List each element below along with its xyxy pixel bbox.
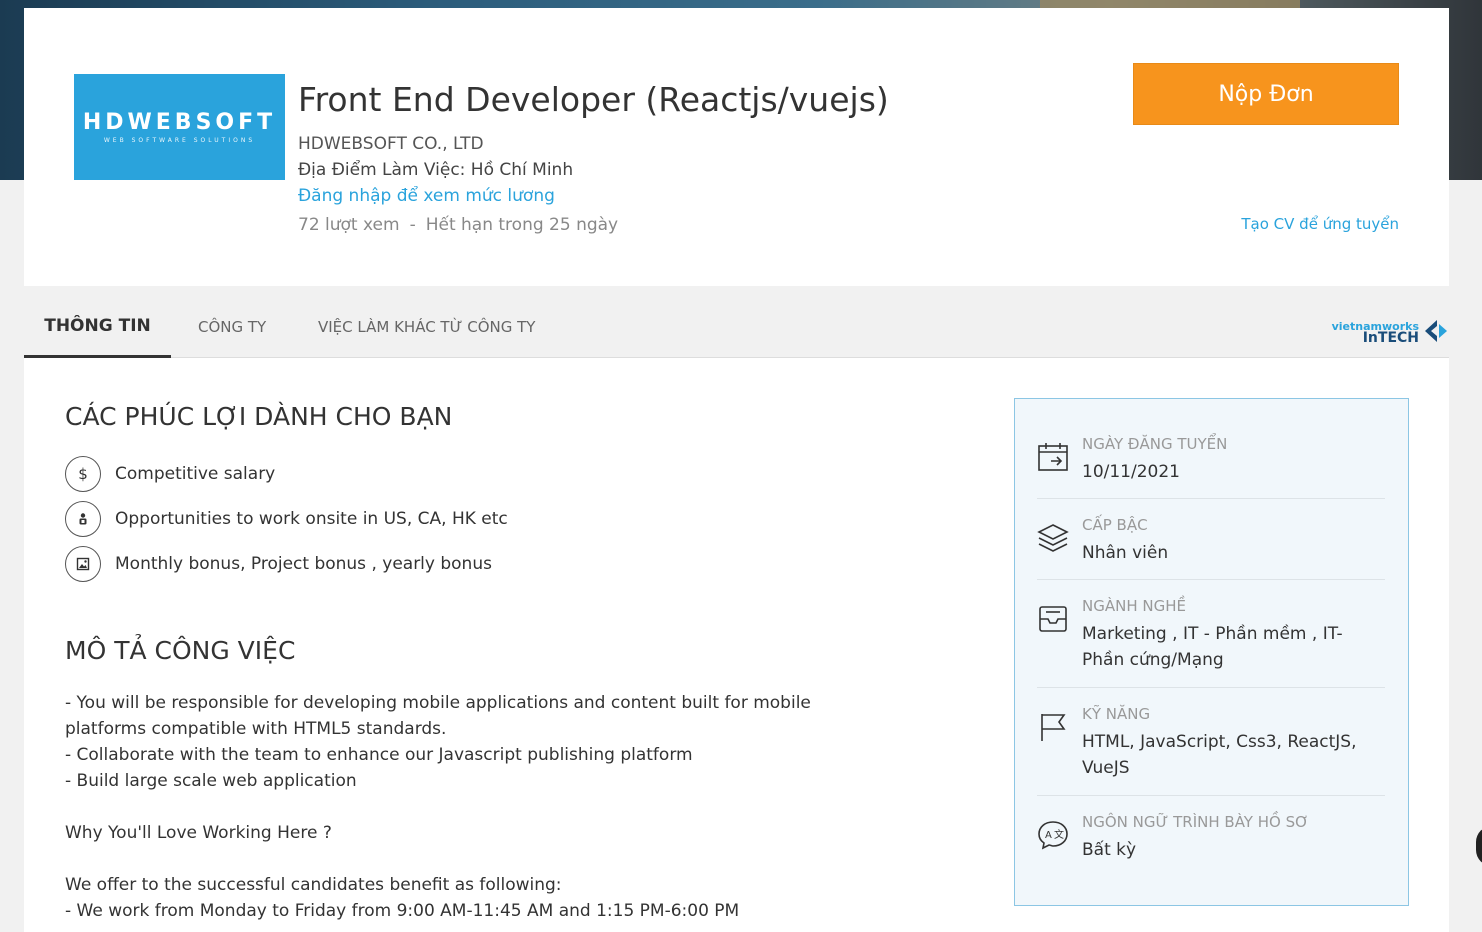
description-line: - Collaborate with the team to enhance o… — [65, 745, 693, 765]
svg-text:A: A — [1045, 830, 1052, 841]
summary-value: Bất kỳ — [1082, 840, 1137, 860]
logo-text: HDWEBSOFT — [82, 110, 277, 135]
company-name[interactable]: HDWEBSOFT CO., LTD — [298, 134, 484, 154]
summary-label: NGÀNH NGHỀ — [1082, 597, 1186, 615]
login-to-view-salary-link[interactable]: Đăng nhập để xem mức lương — [298, 186, 555, 206]
description-line: We offer to the successful candidates be… — [65, 875, 562, 895]
divider — [1037, 795, 1385, 796]
job-summary-panel: NGÀY ĐĂNG TUYỂN 10/11/2021 CẤP BẬC Nhân … — [1014, 398, 1409, 906]
divider — [1037, 579, 1385, 580]
partner-line2: InTECH — [1362, 330, 1419, 346]
divider — [1037, 687, 1385, 688]
summary-label: KỸ NĂNG — [1082, 705, 1151, 723]
calendar-icon — [1038, 443, 1068, 471]
flag-icon — [1041, 714, 1066, 741]
summary-label: CẤP BẬC — [1082, 516, 1148, 534]
picture-icon — [65, 546, 101, 582]
expiry-text: Hết hạn trong 25 ngày — [425, 215, 619, 235]
tab-other-jobs[interactable]: VIỆC LÀM KHÁC TỪ CÔNG TY — [318, 296, 535, 358]
logo-subtext: WEB SOFTWARE SOLUTIONS — [103, 137, 256, 144]
dollar-icon: $ — [65, 456, 101, 492]
create-cv-link[interactable]: Tạo CV để ứng tuyển — [1241, 215, 1399, 233]
description-line: Why You'll Love Working Here ? — [65, 823, 332, 843]
vietnamworks-intech-logo: vietnamworks InTECH — [1327, 316, 1449, 346]
benefits-title: CÁC PHÚC LỢI DÀNH CHO BẠN — [65, 402, 453, 431]
summary-value: Nhân viên — [1082, 543, 1169, 563]
divider — [1037, 498, 1385, 499]
apply-button[interactable]: Nộp Đơn — [1133, 63, 1399, 125]
benefit-item: Monthly bonus, Project bonus , yearly bo… — [65, 546, 492, 582]
job-header: HDWEBSOFT WEB SOFTWARE SOLUTIONS Front E… — [24, 8, 1449, 286]
intech-arrow-icon — [1425, 320, 1447, 342]
summary-value: HTML, JavaScript, Css3, ReactJS, VueJS — [1082, 732, 1357, 778]
benefit-text: Competitive salary — [115, 464, 276, 484]
description-line: - Build large scale web application — [65, 771, 357, 791]
job-location: Địa Điểm Làm Việc: Hồ Chí Minh — [298, 160, 574, 180]
summary-value: Marketing , IT - Phần mềm , IT-Phần cứng… — [1082, 624, 1343, 670]
chat-widget-button[interactable] — [1476, 826, 1482, 866]
company-logo[interactable]: HDWEBSOFT WEB SOFTWARE SOLUTIONS — [74, 74, 285, 180]
description-line — [65, 846, 895, 872]
benefit-item: $ Competitive salary — [65, 456, 275, 492]
tab-info[interactable]: THÔNG TIN — [24, 296, 171, 358]
summary-value: 10/11/2021 — [1082, 462, 1180, 482]
summary-label: NGÀY ĐĂNG TUYỂN — [1082, 435, 1228, 453]
job-meta: 72 lượt xem - Hết hạn trong 25 ngày — [298, 215, 618, 235]
view-count: 72 lượt xem — [298, 215, 400, 235]
description-line — [65, 794, 895, 820]
benefit-text: Monthly bonus, Project bonus , yearly bo… — [115, 554, 492, 574]
description-line: - You will be responsible for developing… — [65, 693, 817, 739]
traveler-icon — [65, 501, 101, 537]
layers-icon — [1037, 524, 1069, 552]
summary-label: NGÔN NGỮ TRÌNH BÀY HỒ SƠ — [1082, 813, 1309, 831]
meta-separator: - — [409, 215, 416, 235]
benefit-item: Opportunities to work onsite in US, CA, … — [65, 501, 508, 537]
tab-company[interactable]: CÔNG TY — [198, 296, 266, 358]
job-title: Front End Developer (Reactjs/vuejs) — [298, 80, 889, 119]
description-line: - We work from Monday to Friday from 9:0… — [65, 901, 740, 921]
description-title: MÔ TẢ CÔNG VIỆC — [65, 636, 296, 665]
benefit-text: Opportunities to work onsite in US, CA, … — [115, 509, 508, 529]
job-description: - You will be responsible for developing… — [65, 690, 895, 924]
translate-icon: A 文 — [1038, 821, 1068, 850]
svg-text:文: 文 — [1054, 828, 1064, 841]
inbox-icon — [1039, 606, 1067, 632]
job-content: CÁC PHÚC LỢI DÀNH CHO BẠN $ Competitive … — [24, 358, 1449, 932]
tab-bar: THÔNG TIN CÔNG TY VIỆC LÀM KHÁC TỪ CÔNG … — [24, 296, 1449, 358]
